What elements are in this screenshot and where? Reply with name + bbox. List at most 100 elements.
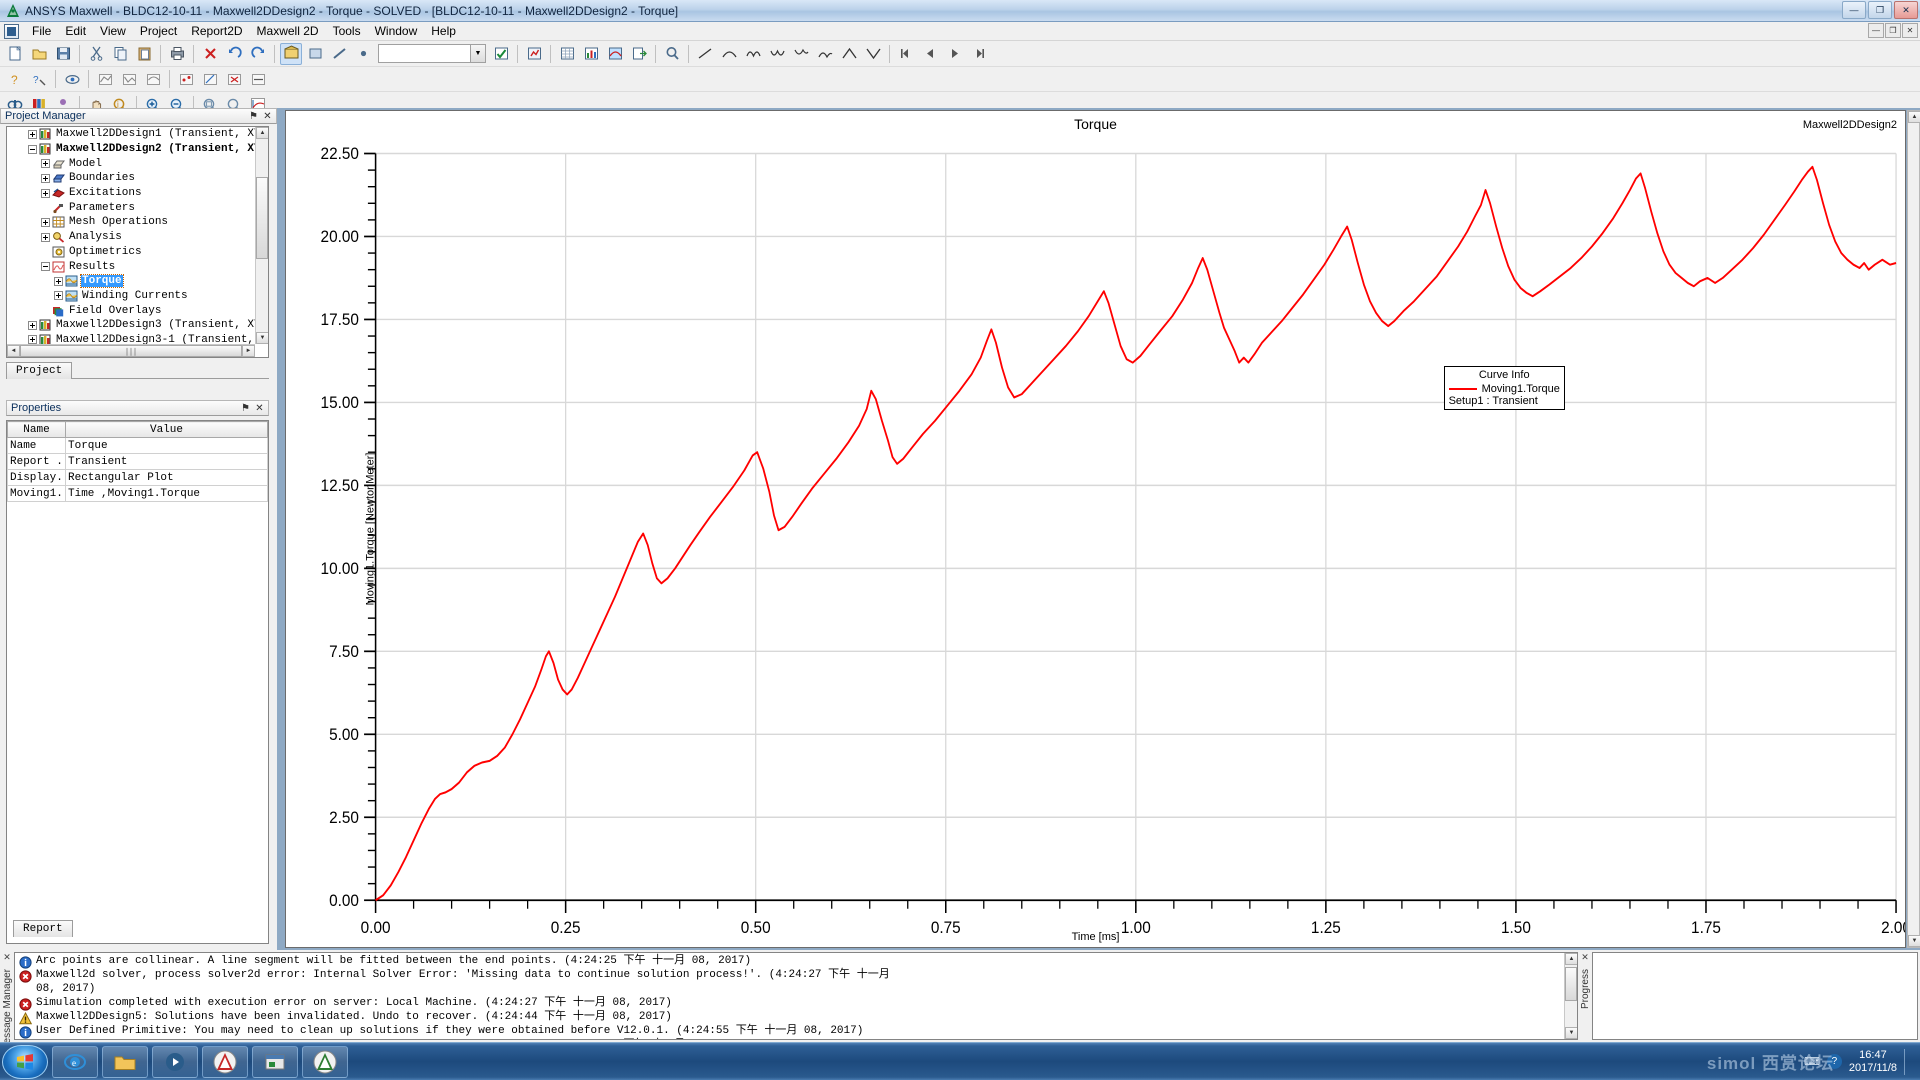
tree-item-winding[interactable]: Winding Currents — [7, 289, 255, 304]
tree-item-maxwell2ddesign2[interactable]: Maxwell2DDesign2 (Transient, XY) — [7, 142, 255, 157]
tab-project[interactable]: Project — [6, 362, 73, 379]
taskbar-window-button[interactable] — [252, 1045, 298, 1078]
vscroll-thumb[interactable] — [1565, 967, 1577, 1001]
open-icon[interactable] — [28, 43, 50, 65]
taskbar-explorer-button[interactable] — [102, 1045, 148, 1078]
cut-icon[interactable] — [85, 43, 107, 65]
marker-add-icon[interactable] — [175, 68, 197, 90]
print-icon[interactable] — [166, 43, 188, 65]
close-icon[interactable]: ✕ — [3, 952, 11, 963]
variable-combo[interactable]: ▼ — [378, 44, 486, 63]
report-export-icon[interactable] — [628, 43, 650, 65]
variable-combo-input[interactable] — [380, 46, 470, 61]
marker-delete-icon[interactable] — [223, 68, 245, 90]
search-icon[interactable] — [661, 43, 683, 65]
project-tree-vscrollbar[interactable]: ▲ ▼ — [255, 127, 268, 344]
curve-peak-icon[interactable] — [838, 43, 860, 65]
taskbar-ansys-second-button[interactable] — [302, 1045, 348, 1078]
plot-style-3-icon[interactable] — [142, 68, 164, 90]
select-object-icon[interactable] — [280, 42, 302, 65]
menu-item-tools[interactable]: Tools — [326, 22, 368, 40]
plot-vscrollbar[interactable]: ▲ ▼ — [1907, 110, 1920, 948]
tree-item-mesh[interactable]: Mesh Operations — [7, 215, 255, 230]
close-button[interactable]: ✕ — [1894, 1, 1918, 19]
taskbar-clock[interactable]: 16:47 2017/11/8 — [1849, 1049, 1897, 1075]
property-row[interactable]: Moving1...Time ,Moving1.Torque — [7, 485, 268, 502]
tree-item-boundaries[interactable]: Boundaries — [7, 171, 255, 186]
menu-item-view[interactable]: View — [93, 22, 133, 40]
validate-icon[interactable] — [490, 43, 512, 65]
property-value[interactable]: Rectangular Plot — [65, 469, 268, 486]
pin-icon[interactable]: ⚑ — [239, 402, 252, 415]
help-context-icon[interactable]: ? — [4, 68, 26, 90]
curve-wave3-icon[interactable] — [790, 43, 812, 65]
collapse-icon[interactable] — [28, 144, 37, 154]
expand-icon[interactable] — [54, 291, 63, 301]
message-row[interactable]: 08, 2017) — [15, 983, 1577, 997]
close-icon[interactable]: ✕ — [253, 402, 266, 415]
analyze-icon[interactable] — [523, 43, 545, 65]
nav-next-icon[interactable] — [943, 43, 965, 65]
tree-item-model[interactable]: Model — [7, 156, 255, 171]
tree-item-torque[interactable]: Torque — [7, 274, 255, 289]
expand-icon[interactable] — [41, 188, 50, 198]
whats-this-icon[interactable]: ? — [28, 68, 50, 90]
report-field-icon[interactable] — [604, 43, 626, 65]
curve-arc-icon[interactable] — [718, 43, 740, 65]
curve-wave2-icon[interactable] — [766, 43, 788, 65]
tree-item-parameters[interactable]: Parameters — [7, 200, 255, 215]
report-table-icon[interactable] — [556, 43, 578, 65]
tree-item-results[interactable]: Results — [7, 259, 255, 274]
marker-edit-icon[interactable] — [199, 68, 221, 90]
message-row[interactable]: Simulation completed with execution erro… — [15, 997, 1577, 1011]
curve-wave4-icon[interactable] — [814, 43, 836, 65]
vscroll-thumb[interactable] — [256, 177, 268, 259]
tree-item-optimetrics[interactable]: Optimetrics — [7, 245, 255, 260]
scroll-up-icon[interactable]: ▲ — [1565, 953, 1577, 965]
select-vertex-icon[interactable] — [352, 43, 374, 65]
close-icon[interactable]: ✕ — [261, 110, 274, 123]
nav-last-icon[interactable] — [967, 43, 989, 65]
expand-icon[interactable] — [28, 320, 37, 330]
mdi-restore-button[interactable]: ❐ — [1885, 23, 1901, 38]
expand-icon[interactable] — [28, 129, 37, 139]
close-icon[interactable]: ✕ — [1581, 952, 1589, 963]
tab-report[interactable]: Report — [13, 920, 73, 937]
maximize-button[interactable]: ❐ — [1868, 1, 1892, 19]
menu-item-report2d[interactable]: Report2D — [184, 22, 249, 40]
plot-style-1-icon[interactable] — [94, 68, 116, 90]
tree-item-analysis[interactable]: Analysis — [7, 230, 255, 245]
tree-item-maxwell2ddesign1[interactable]: Maxwell2DDesign1 (Transient, XY) — [7, 127, 255, 142]
hscroll-thumb[interactable]: ∣∣∣ — [20, 345, 242, 357]
select-face-icon[interactable] — [304, 43, 326, 65]
copy-icon[interactable] — [109, 43, 131, 65]
taskbar-ansys-maxwell-button[interactable] — [202, 1045, 248, 1078]
scroll-down-icon[interactable]: ▼ — [256, 332, 268, 344]
project-tree-hscrollbar[interactable]: ◄ ∣∣∣ ► — [7, 344, 255, 357]
nav-first-icon[interactable] — [895, 43, 917, 65]
scroll-left-icon[interactable]: ◄ — [7, 345, 20, 357]
chevron-down-icon[interactable]: ▼ — [470, 45, 485, 62]
property-value[interactable]: Torque — [65, 437, 268, 454]
torque-plot[interactable]: Torque Maxwell2DDesign2 Moving1.Torque [… — [285, 110, 1906, 948]
property-row[interactable]: Display...Rectangular Plot — [7, 469, 268, 486]
nav-prev-icon[interactable] — [919, 43, 941, 65]
expand-icon[interactable] — [41, 217, 50, 227]
paste-icon[interactable] — [133, 43, 155, 65]
property-row[interactable]: Name Torque — [7, 437, 268, 454]
delete-icon[interactable] — [199, 43, 221, 65]
curve-valley-icon[interactable] — [862, 43, 884, 65]
mdi-minimize-button[interactable]: — — [1868, 23, 1884, 38]
expand-icon[interactable] — [41, 173, 50, 183]
menu-item-maxwell2d[interactable]: Maxwell 2D — [250, 22, 326, 40]
tree-item-excitations[interactable]: Excitations — [7, 186, 255, 201]
tree-item-maxwell2ddesign3[interactable]: Maxwell2DDesign3 (Transient, XY) — [7, 318, 255, 333]
redo-icon[interactable] — [247, 43, 269, 65]
report-chart-icon[interactable] — [580, 43, 602, 65]
menu-item-help[interactable]: Help — [424, 22, 463, 40]
message-vscrollbar[interactable]: ▲ ▼ — [1564, 953, 1577, 1039]
message-row[interactable]: Arc points are collinear. A line segment… — [15, 955, 1577, 969]
expand-icon[interactable] — [28, 335, 37, 344]
menu-item-project[interactable]: Project — [133, 22, 184, 40]
plot-style-2-icon[interactable] — [118, 68, 140, 90]
